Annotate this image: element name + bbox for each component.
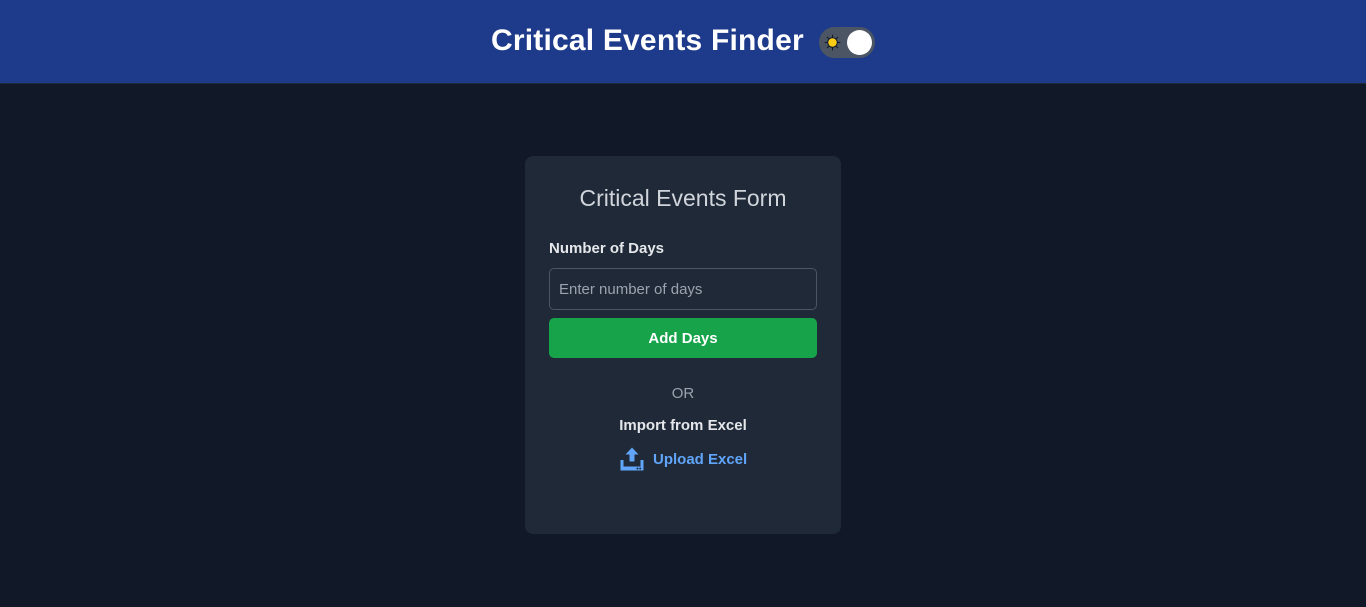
upload-label: Upload Excel xyxy=(653,450,748,468)
top-header: Critical Events Finder xyxy=(0,0,1366,84)
sun-icon xyxy=(824,34,841,51)
or-separator: OR xyxy=(671,385,695,402)
upload-excel-link[interactable]: Upload Excel xyxy=(619,445,747,473)
days-input[interactable] xyxy=(549,268,817,310)
app-title: Critical Events Finder xyxy=(491,24,804,57)
days-label: Number of Days xyxy=(549,240,665,257)
import-label: Import from Excel xyxy=(619,417,747,434)
critical-events-form: Critical Events Form Number of Days Add … xyxy=(525,156,841,534)
theme-toggle[interactable] xyxy=(819,27,875,58)
toggle-knob xyxy=(847,30,872,55)
form-title: Critical Events Form xyxy=(579,185,787,211)
upload-icon xyxy=(620,447,644,471)
add-days-button[interactable]: Add Days xyxy=(549,318,817,358)
app: Critical Events Finder Critical Events F… xyxy=(0,0,1366,607)
